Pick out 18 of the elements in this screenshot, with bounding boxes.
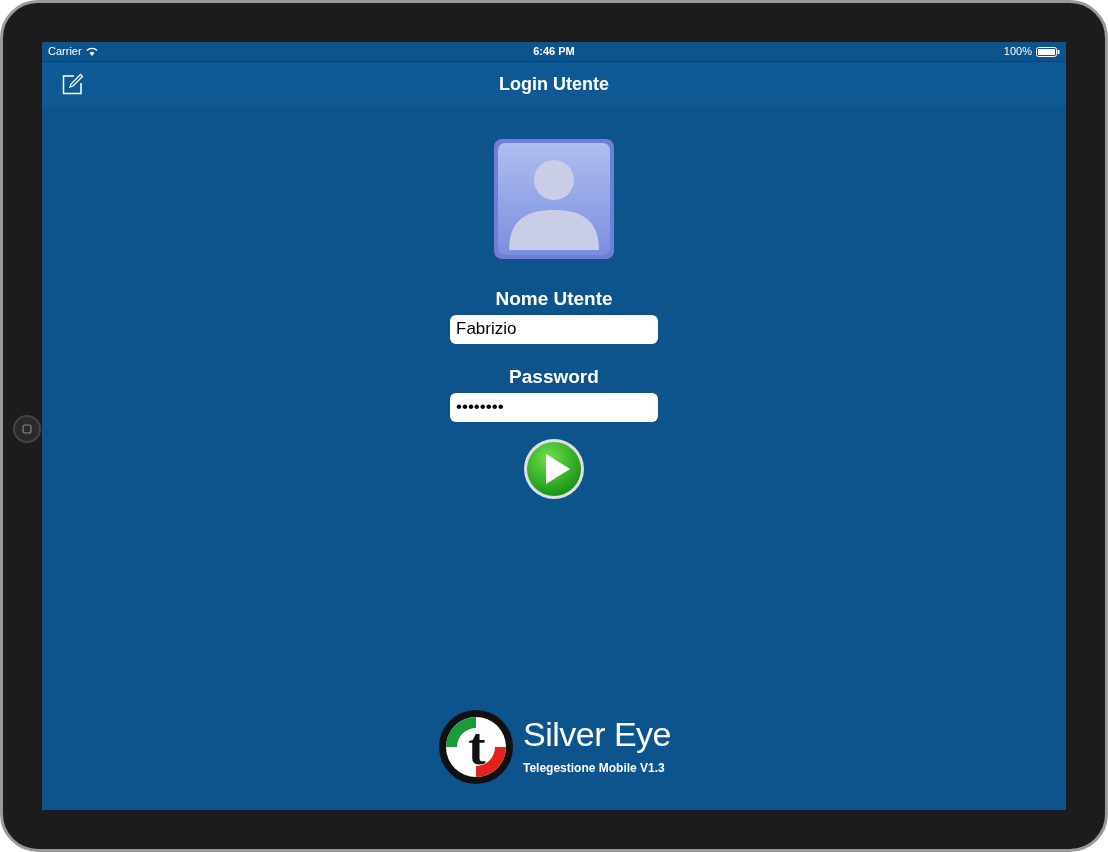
battery-icon xyxy=(1036,46,1060,57)
logo-drawing: t xyxy=(436,708,515,786)
status-time: 6:46 PM xyxy=(533,44,575,60)
battery-percent: 100% xyxy=(1003,44,1032,60)
field-label: Nome Utente xyxy=(495,288,613,311)
carrier-label: Carrier xyxy=(48,44,82,60)
wifi-icon xyxy=(85,47,98,56)
input-field[interactable]: •••••••• xyxy=(450,392,658,422)
square-icon xyxy=(22,424,32,434)
play-button[interactable] xyxy=(523,437,585,500)
field-label: Password xyxy=(509,365,599,389)
app-subtitle: Telegestione Mobile V1.3 xyxy=(522,760,666,777)
nav-title: Login Utente xyxy=(499,72,609,96)
compose-icon[interactable] xyxy=(62,73,84,95)
home-button[interactable] xyxy=(13,415,41,443)
input-field[interactable]: Fabrizio xyxy=(450,314,658,344)
app-name: Silver Eye xyxy=(522,717,672,751)
user-avatar-icon xyxy=(493,138,615,260)
